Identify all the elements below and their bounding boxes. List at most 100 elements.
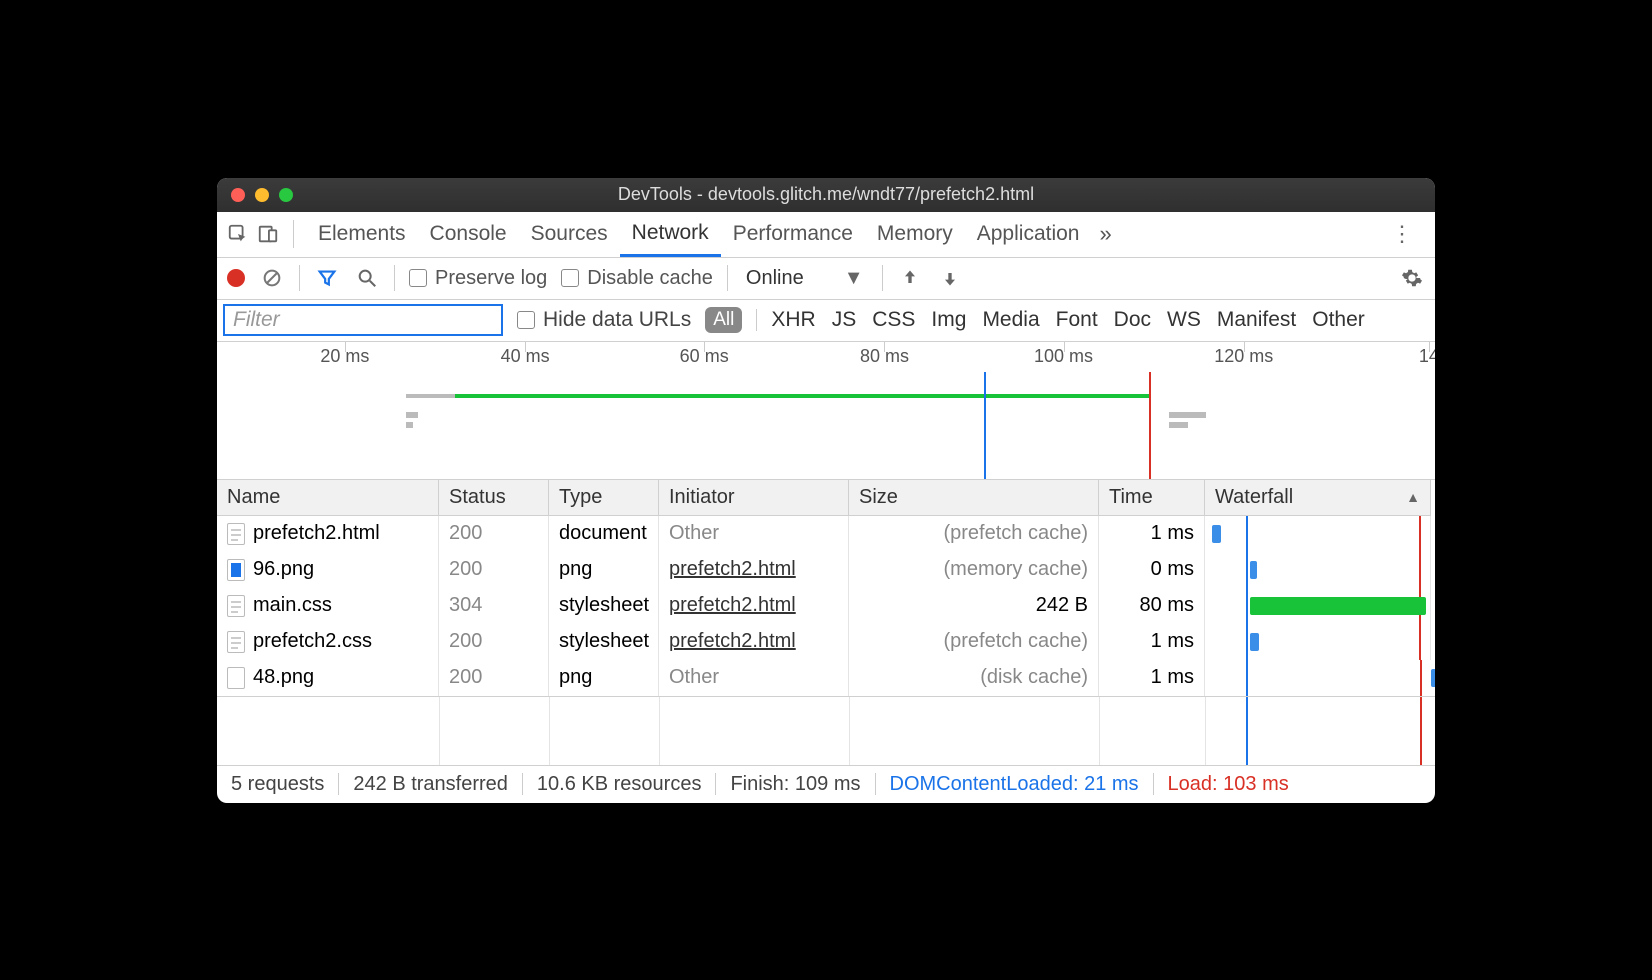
request-time: 1 ms (1099, 624, 1205, 660)
request-name[interactable]: prefetch2.html (217, 516, 439, 552)
preserve-log-label: Preserve log (435, 267, 547, 290)
filter-type-doc[interactable]: Doc (1114, 308, 1151, 332)
request-name[interactable]: 48.png (217, 660, 439, 696)
throttling-select[interactable]: Online ▼ (742, 267, 868, 290)
request-waterfall[interactable] (1205, 516, 1431, 552)
request-waterfall[interactable] (1205, 624, 1431, 660)
filter-input[interactable]: Filter (223, 304, 503, 336)
record-button[interactable] (227, 269, 245, 287)
tab-performance[interactable]: Performance (721, 212, 865, 257)
devtools-window: DevTools - devtools.glitch.me/wndt77/pre… (217, 178, 1435, 803)
request-initiator[interactable]: prefetch2.html (659, 588, 849, 624)
request-status: 304 (439, 588, 549, 624)
overview-domcontentloaded-line (984, 372, 986, 479)
maximize-window-button[interactable] (279, 188, 293, 202)
col-waterfall-label: Waterfall (1215, 486, 1293, 508)
more-options-icon[interactable]: ⋮ (1377, 221, 1427, 247)
document-icon (227, 595, 245, 617)
request-time: 0 ms (1099, 552, 1205, 588)
tab-application[interactable]: Application (965, 212, 1092, 257)
request-status: 200 (439, 552, 549, 588)
request-time: 80 ms (1099, 588, 1205, 624)
chevron-down-icon: ▼ (844, 267, 864, 290)
request-initiator[interactable]: prefetch2.html (659, 552, 849, 588)
image-icon (227, 559, 245, 581)
filter-type-xhr[interactable]: XHR (771, 308, 815, 332)
overview-timeline[interactable]: 20 ms40 ms60 ms80 ms100 ms120 ms14 (217, 342, 1435, 480)
col-initiator[interactable]: Initiator (659, 480, 849, 516)
request-time: 1 ms (1099, 660, 1205, 696)
separator (756, 309, 757, 331)
request-initiator[interactable]: prefetch2.html (659, 624, 849, 660)
col-time[interactable]: Time (1099, 480, 1205, 516)
minimize-window-button[interactable] (255, 188, 269, 202)
request-type: stylesheet (549, 624, 659, 660)
filter-type-media[interactable]: Media (982, 308, 1039, 332)
filter-type-all[interactable]: All (705, 307, 742, 333)
filter-type-css[interactable]: CSS (872, 308, 915, 332)
overview-active-bar (455, 394, 1149, 398)
col-name[interactable]: Name (217, 480, 439, 516)
overview-tick: 40 ms (501, 346, 550, 367)
overview-tick: 80 ms (860, 346, 909, 367)
separator (299, 265, 300, 291)
device-toolbar-icon[interactable] (255, 221, 281, 247)
request-type: png (549, 552, 659, 588)
status-load: Load: 103 ms (1168, 773, 1289, 796)
separator (293, 220, 294, 248)
col-type[interactable]: Type (549, 480, 659, 516)
tab-sources[interactable]: Sources (519, 212, 620, 257)
export-har-icon[interactable] (937, 265, 963, 291)
image-icon (227, 667, 245, 689)
filter-type-manifest[interactable]: Manifest (1217, 308, 1296, 332)
request-waterfall[interactable] (1205, 552, 1431, 588)
overview-body (217, 372, 1435, 479)
separator (882, 265, 883, 291)
overview-tick: 120 ms (1214, 346, 1273, 367)
filter-type-font[interactable]: Font (1056, 308, 1098, 332)
import-har-icon[interactable] (897, 265, 923, 291)
col-status[interactable]: Status (439, 480, 549, 516)
tab-network[interactable]: Network (620, 212, 721, 257)
disable-cache-checkbox[interactable]: Disable cache (561, 267, 713, 290)
document-icon (227, 523, 245, 545)
request-time: 1 ms (1099, 516, 1205, 552)
separator (394, 265, 395, 291)
request-type: png (549, 660, 659, 696)
tab-console[interactable]: Console (418, 212, 519, 257)
col-waterfall[interactable]: Waterfall ▲ (1205, 480, 1431, 516)
separator (727, 265, 728, 291)
overview-tick: 100 ms (1034, 346, 1093, 367)
request-waterfall[interactable] (1205, 660, 1431, 696)
request-name[interactable]: prefetch2.css (217, 624, 439, 660)
checkbox-icon (517, 311, 535, 329)
search-icon[interactable] (354, 265, 380, 291)
inspect-element-icon[interactable] (225, 221, 251, 247)
filter-type-img[interactable]: Img (931, 308, 966, 332)
request-name[interactable]: main.css (217, 588, 439, 624)
hide-data-urls-label: Hide data URLs (543, 308, 691, 332)
col-size[interactable]: Size (849, 480, 1099, 516)
tab-memory[interactable]: Memory (865, 212, 965, 257)
request-size: (prefetch cache) (849, 516, 1099, 552)
clear-icon[interactable] (259, 265, 285, 291)
sort-asc-icon: ▲ (1406, 489, 1420, 505)
request-name[interactable]: 96.png (217, 552, 439, 588)
settings-icon[interactable] (1399, 265, 1425, 291)
request-waterfall[interactable] (1205, 588, 1431, 624)
tabs-overflow-button[interactable]: » (1099, 221, 1111, 247)
overview-tick: 60 ms (680, 346, 729, 367)
requests-table: Name Status Type Initiator Size Time Wat… (217, 480, 1435, 697)
filter-type-ws[interactable]: WS (1167, 308, 1201, 332)
close-window-button[interactable] (231, 188, 245, 202)
filter-icon[interactable] (314, 265, 340, 291)
preserve-log-checkbox[interactable]: Preserve log (409, 267, 547, 290)
tab-elements[interactable]: Elements (306, 212, 418, 257)
overview-queue-bar (406, 394, 455, 398)
filter-type-js[interactable]: JS (832, 308, 857, 332)
request-size: (memory cache) (849, 552, 1099, 588)
network-toolbar: Preserve log Disable cache Online ▼ (217, 258, 1435, 300)
request-status: 200 (439, 624, 549, 660)
hide-data-urls-checkbox[interactable]: Hide data URLs (517, 308, 691, 332)
filter-type-other[interactable]: Other (1312, 308, 1365, 332)
